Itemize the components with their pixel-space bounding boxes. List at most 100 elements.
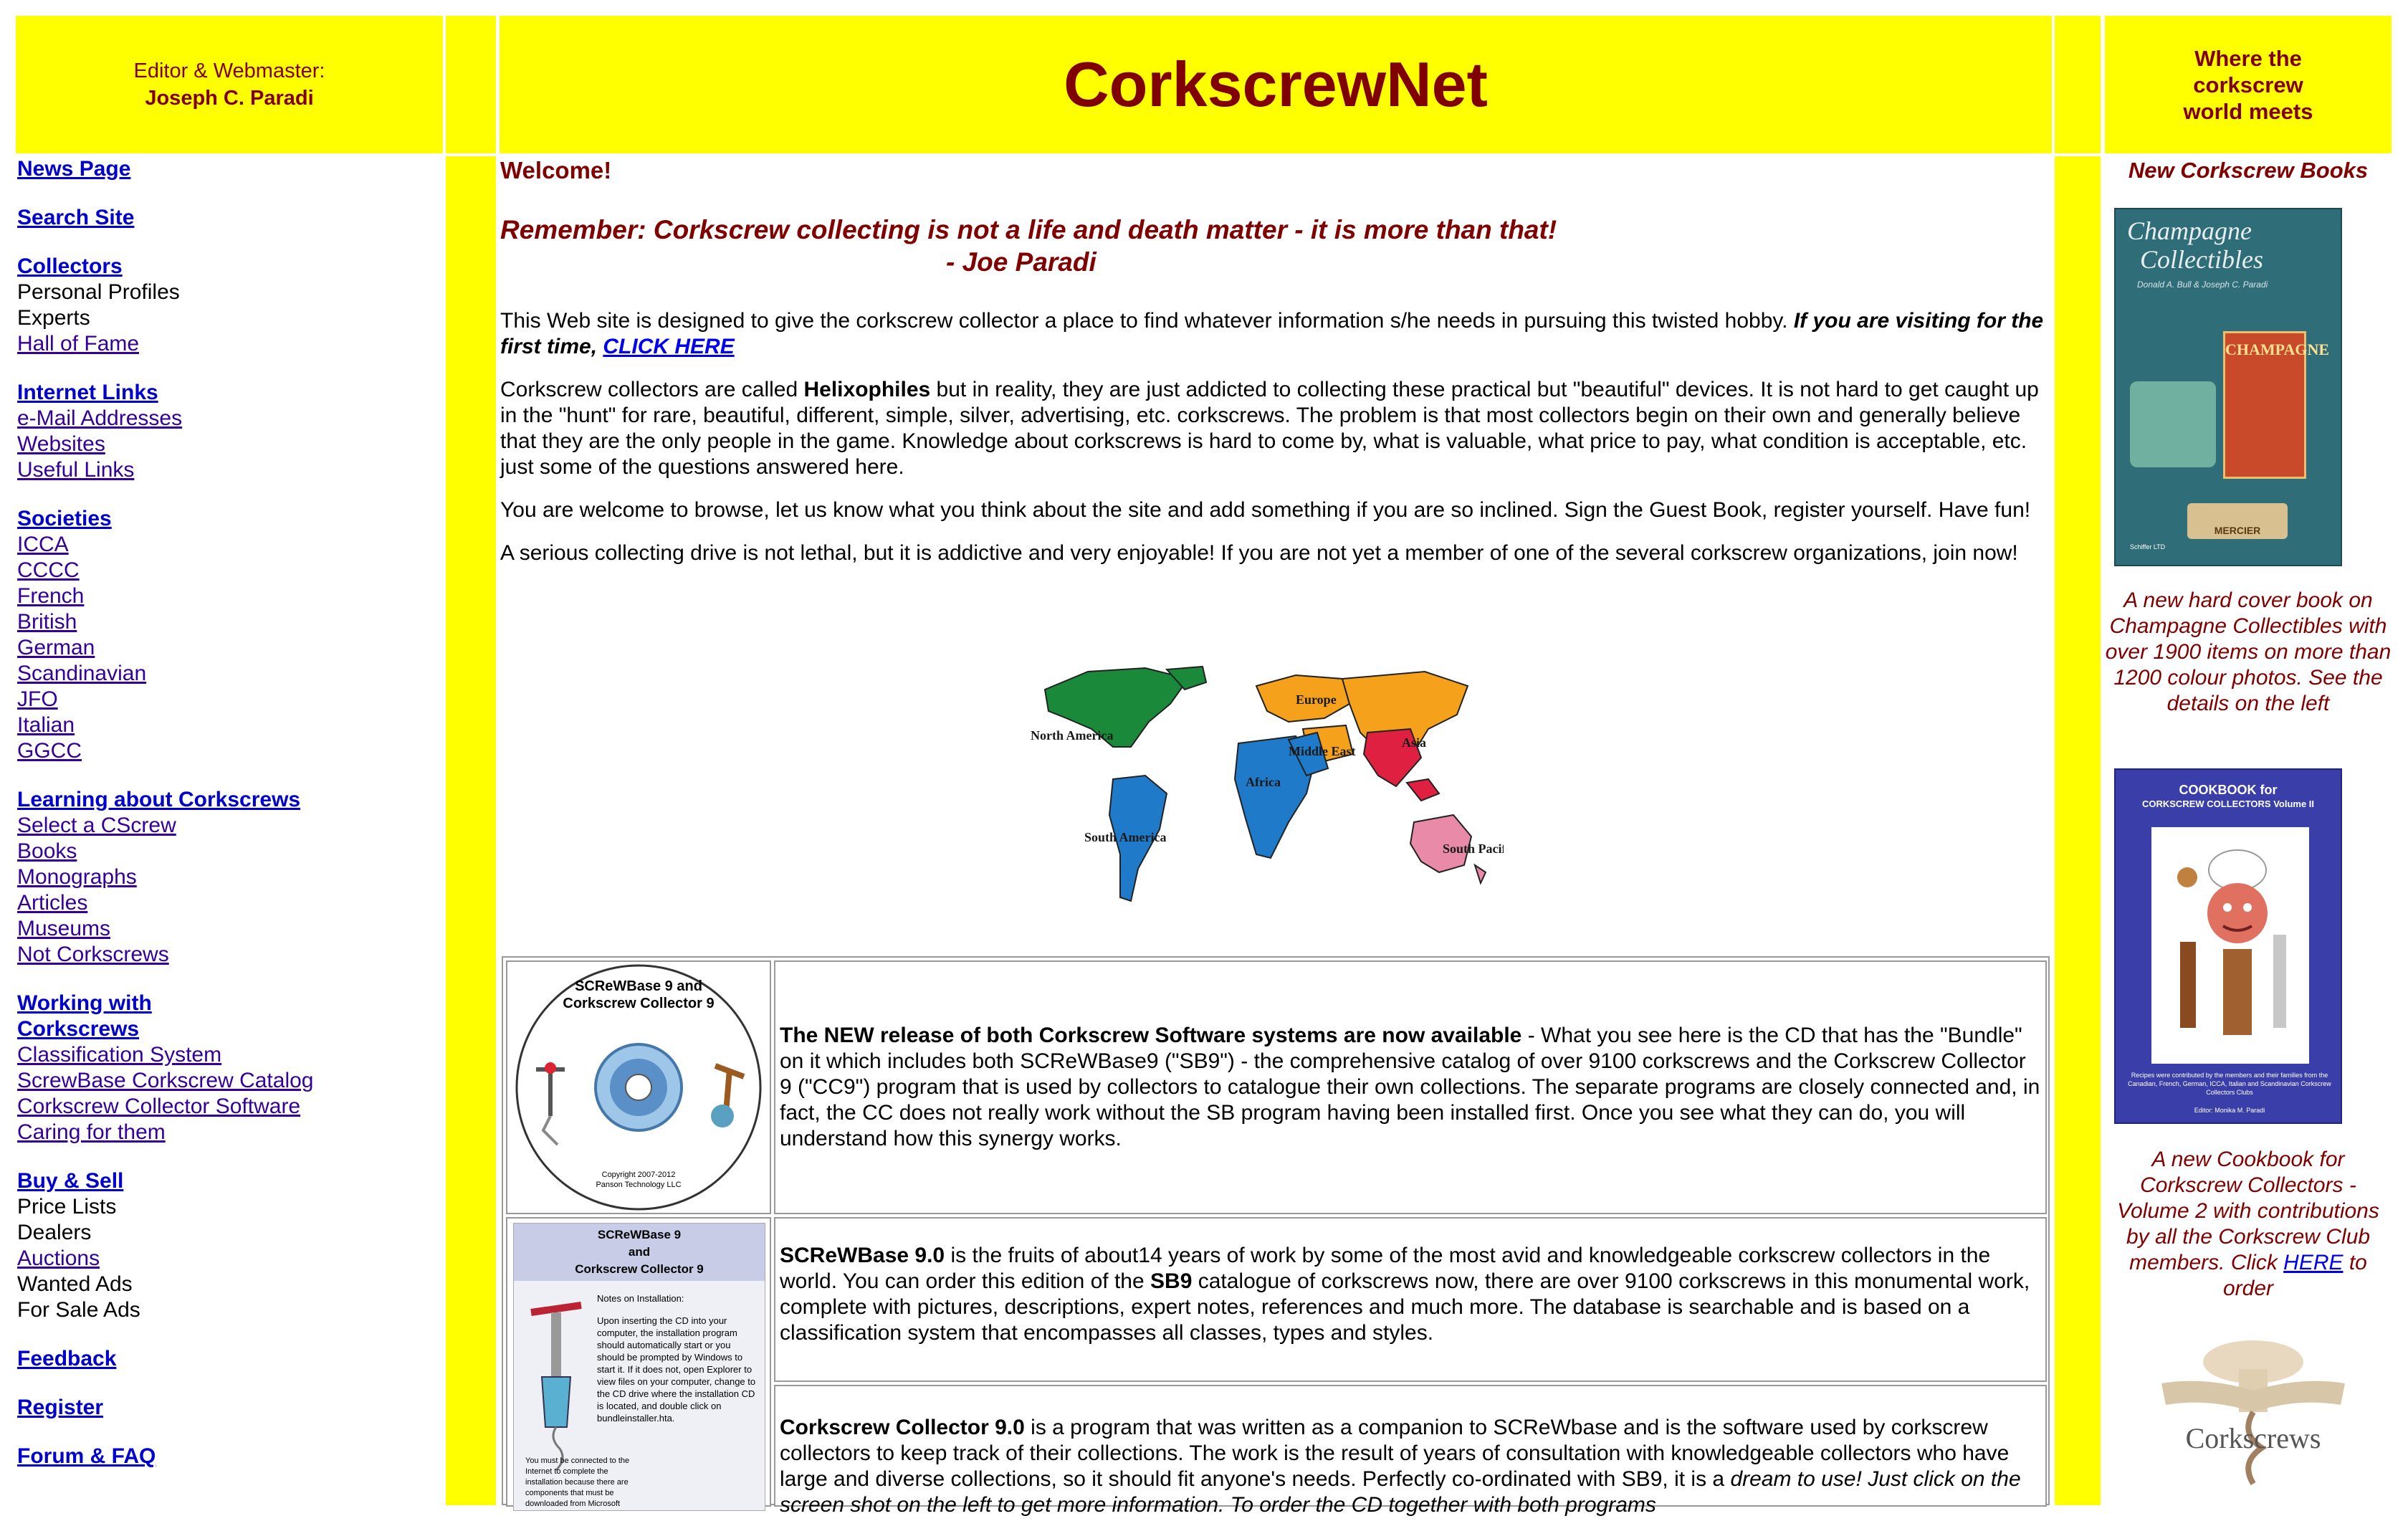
nav-select-cscrew[interactable]: Select a CScrew	[17, 814, 176, 837]
quote-text: Remember: Corkscrew collecting is not a …	[500, 215, 1557, 244]
cd-image-cell[interactable]: SCReWBase 9 and Corkscrew Collector 9 Co…	[506, 960, 771, 1214]
header-spacer-left	[446, 16, 496, 153]
book2-chef-graphic	[2177, 849, 2286, 1035]
nav-society-french[interactable]: French	[17, 584, 84, 608]
nav-buy-sell[interactable]: Buy & Sell	[17, 1169, 123, 1193]
nav-internet-links[interactable]: Internet Links	[17, 381, 158, 404]
helixophiles-paragraph: Corkscrew collectors are called Helixoph…	[500, 377, 2051, 480]
sleeve-notes-body-2: You must be connected to the Internet to…	[525, 1456, 630, 1508]
nav-price-lists: Price Lists	[17, 1195, 117, 1219]
champagne-book-cover[interactable]: Champagne Collectibles Donald A. Bull & …	[2114, 208, 2342, 566]
nav-society-cccc[interactable]: CCCC	[17, 558, 80, 582]
map-label-south-pacific: South Pacific	[1443, 841, 1504, 856]
nav-experts: Experts	[17, 306, 90, 330]
click-here-link[interactable]: CLICK HERE	[603, 335, 734, 358]
cd-title-1: SCReWBase 9 and	[575, 978, 702, 994]
cookbook-order-link[interactable]: HERE	[2283, 1251, 2343, 1274]
nav-society-british[interactable]: British	[17, 610, 77, 634]
nav-not-corkscrews[interactable]: Not Corkscrews	[17, 943, 169, 966]
nav-society-ggcc[interactable]: GGCC	[17, 739, 82, 763]
nav-search-site[interactable]: Search Site	[17, 206, 134, 229]
nav-wanted-ads: Wanted Ads	[17, 1272, 133, 1296]
book3-graphic: Corkscrews	[2161, 1340, 2345, 1486]
world-map-image[interactable]: North America Europe Asia Middle East Af…	[1023, 661, 1516, 912]
cd-copyright-1: Copyright 2007-2012	[602, 1170, 676, 1179]
screwbase-text: SCReWBase 9.0 is the fruits of about14 y…	[775, 1219, 2045, 1349]
book2-editor: Editor: Monika M. Paradi	[2194, 1107, 2265, 1114]
book1-title-1: Champagne	[2127, 216, 2252, 245]
release-text-cell: The NEW release of both Corkscrew Softwa…	[774, 960, 2047, 1214]
book1-mercier: MERCIER	[2187, 503, 2288, 539]
site-title: CorkscrewNet	[1064, 49, 1488, 120]
book1-authors: Donald A. Bull & Joseph C. Paradi	[2137, 280, 2268, 290]
nav-working-corkscrews[interactable]: Corkscrews	[17, 1017, 139, 1041]
nav-hall-of-fame[interactable]: Hall of Fame	[17, 332, 139, 356]
nav-articles[interactable]: Articles	[17, 891, 87, 915]
nav-books[interactable]: Books	[17, 839, 77, 863]
book1-title: Champagne Collectibles	[2127, 216, 2263, 274]
release-text: The NEW release of both Corkscrew Softwa…	[775, 1020, 2045, 1155]
nav-society-jfo[interactable]: JFO	[17, 687, 58, 711]
intro-paragraph: This Web site is designed to give the co…	[500, 308, 2051, 360]
map-label-south-america: South America	[1084, 830, 1167, 844]
nav-collectors[interactable]: Collectors	[17, 254, 123, 278]
software-table: SCReWBase 9 and Corkscrew Collector 9 Co…	[502, 956, 2050, 1517]
book2-foot: Recipes were contributed by the members …	[2128, 1072, 2331, 1096]
map-label-africa: Africa	[1246, 775, 1281, 789]
nav-news-page[interactable]: News Page	[17, 157, 130, 181]
nav-caring[interactable]: Caring for them	[17, 1120, 166, 1144]
nav-society-italian[interactable]: Italian	[17, 713, 75, 737]
world-map-graphic: North America Europe Asia Middle East Af…	[1031, 665, 1516, 902]
nav-learning[interactable]: Learning about Corkscrews	[17, 788, 300, 811]
map-label-north-america: North America	[1031, 728, 1113, 743]
screwbase-text-cell: SCReWBase 9.0 is the fruits of about14 y…	[774, 1217, 2047, 1382]
book1-plate	[2130, 381, 2216, 467]
corkscrews-book-cover[interactable]: Corkscrews	[2147, 1333, 2359, 1505]
collector-text: Corkscrew Collector 9.0 is a program tha…	[775, 1386, 2045, 1521]
cd-title-2: Corkscrew Collector 9	[563, 996, 714, 1011]
nav-auctions[interactable]: Auctions	[17, 1246, 100, 1270]
screwbase-bold: SCReWBase 9.0	[780, 1244, 945, 1267]
nav-monographs[interactable]: Monographs	[17, 865, 137, 889]
tagline: Where the corkscrew world meets	[2183, 45, 2313, 124]
nav-register[interactable]: Register	[17, 1396, 103, 1419]
cookbook-cover[interactable]: COOKBOOK for CORKSCREW COLLECTORS Volume…	[2114, 768, 2342, 1124]
nav-screwbase-catalog[interactable]: ScrewBase Corkscrew Catalog	[17, 1069, 313, 1092]
nav-useful-links[interactable]: Useful Links	[17, 458, 134, 482]
sleeve-notes-body: Upon inserting the CD into your computer…	[597, 1315, 756, 1424]
nav-for-sale-ads: For Sale Ads	[17, 1298, 140, 1322]
sleeve-title-1: SCReWBase 9	[597, 1228, 682, 1241]
sleeve-notes-heading: Notes on Installation:	[597, 1293, 684, 1304]
nav-collector-software[interactable]: Corkscrew Collector Software	[17, 1095, 300, 1118]
p2-pre: Corkscrew collectors are called	[500, 378, 804, 401]
editor-banner: Editor & Webmaster: Joseph C. Paradi	[16, 16, 443, 153]
nav-societies[interactable]: Societies	[17, 507, 112, 530]
collector-text-cell: Corkscrew Collector 9.0 is a program tha…	[774, 1385, 2047, 1517]
nav-forum-faq[interactable]: Forum & FAQ	[17, 1444, 156, 1468]
new-books-heading: New Corkscrew Books	[2128, 158, 2369, 183]
nav-society-german[interactable]: German	[17, 636, 95, 659]
welcome-paragraph: You are welcome to browse, let us know w…	[500, 498, 2031, 522]
nav-feedback[interactable]: Feedback	[17, 1347, 116, 1370]
release-bold: The NEW release of both Corkscrew Softwa…	[780, 1024, 1522, 1047]
book1-title-2: Collectibles	[2140, 245, 2263, 274]
sleeve-notes: Notes on Installation: Upon inserting th…	[597, 1292, 759, 1424]
title-banner: CorkscrewNet	[500, 16, 2052, 153]
nav-working-with[interactable]: Working with	[17, 991, 152, 1015]
left-nav: News Page Search Site Collectors Persona…	[17, 156, 433, 1492]
nav-personal-profiles: Personal Profiles	[17, 280, 180, 304]
welcome-heading: Welcome!	[500, 157, 612, 183]
book3-title: Corkscrews	[2186, 1422, 2321, 1454]
nav-society-scandinavian[interactable]: Scandinavian	[17, 662, 146, 685]
nav-museums[interactable]: Museums	[17, 917, 110, 940]
tagline-banner: Where the corkscrew world meets	[2105, 16, 2392, 153]
nav-websites[interactable]: Websites	[17, 432, 105, 456]
header-spacer-right	[2055, 16, 2101, 153]
map-label-europe: Europe	[1296, 692, 1337, 707]
nav-classification-system[interactable]: Classification System	[17, 1043, 221, 1067]
book2-title-1: COOKBOOK for	[2179, 783, 2278, 797]
nav-email-addresses[interactable]: e-Mail Addresses	[17, 406, 182, 430]
nav-society-icca[interactable]: ICCA	[17, 533, 69, 556]
yellow-column-right	[2055, 156, 2101, 1505]
sleeve-image-cell[interactable]: SCReWBase 9 and Corkscrew Collector 9 No…	[506, 1217, 771, 1511]
